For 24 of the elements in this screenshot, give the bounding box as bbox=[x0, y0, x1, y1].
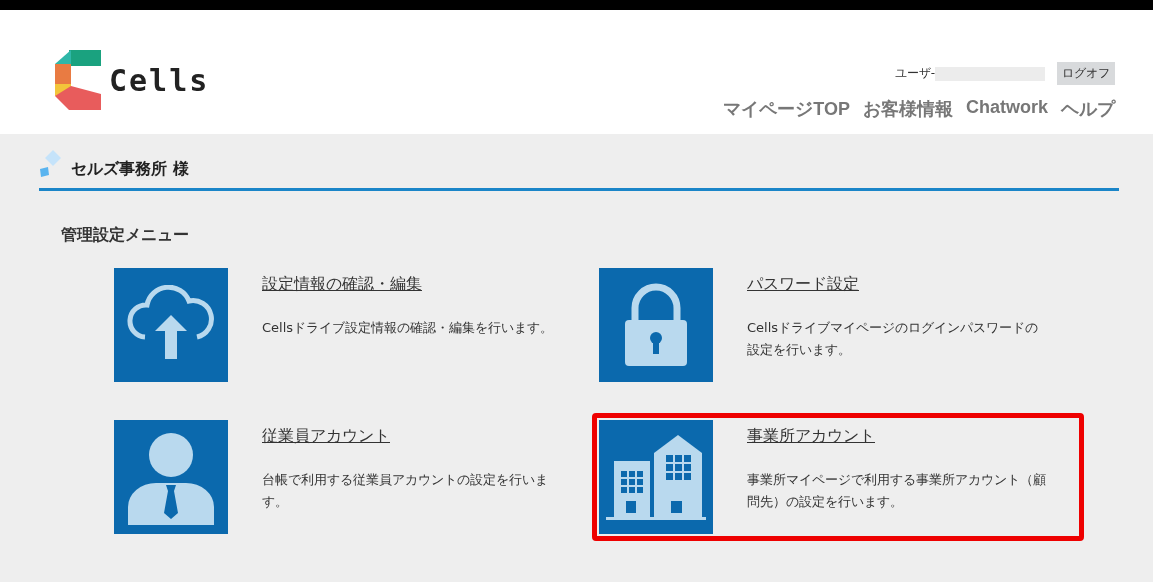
page-title: セルズ事務所 様 bbox=[71, 159, 189, 180]
menu-tile[interactable] bbox=[599, 268, 713, 382]
menu-link[interactable]: 設定情報の確認・編集 bbox=[262, 274, 562, 295]
menu-tile[interactable] bbox=[114, 268, 228, 382]
menu-description: 事業所マイページで利用する事業所アカウント（顧問先）の設定を行います。 bbox=[747, 471, 1047, 511]
section-title: 管理設定メニュー bbox=[61, 225, 190, 246]
nav-link[interactable]: お客様情報 bbox=[863, 97, 953, 121]
menu-description: 台帳で利用する従業員アカウントの設定を行います。 bbox=[262, 471, 549, 511]
menu-description: Cellsドライブ設定情報の確認・編集を行います。 bbox=[262, 319, 555, 337]
nav-link[interactable]: ヘルプ bbox=[1061, 97, 1115, 121]
user-label: ユーザ- bbox=[894, 65, 935, 82]
nav-link[interactable]: マイページTOP bbox=[723, 97, 850, 121]
logo-icon bbox=[55, 50, 103, 110]
menu-link[interactable]: 事業所アカウント bbox=[747, 426, 1047, 447]
building-icon bbox=[604, 433, 708, 521]
diamond-icon bbox=[39, 150, 63, 180]
menu-description: Cellsドライブマイページのログインパスワードの設定を行います。 bbox=[747, 319, 1040, 359]
nav-link[interactable]: Chatwork bbox=[966, 97, 1048, 121]
logoff-button[interactable]: ログオフ bbox=[1057, 62, 1115, 85]
logo-text: Cells bbox=[109, 62, 210, 98]
menu-tile[interactable] bbox=[114, 420, 228, 534]
menu-link[interactable]: パスワード設定 bbox=[747, 274, 1047, 295]
menu-link[interactable]: 従業員アカウント bbox=[262, 426, 562, 447]
menu-tile[interactable] bbox=[599, 420, 713, 534]
